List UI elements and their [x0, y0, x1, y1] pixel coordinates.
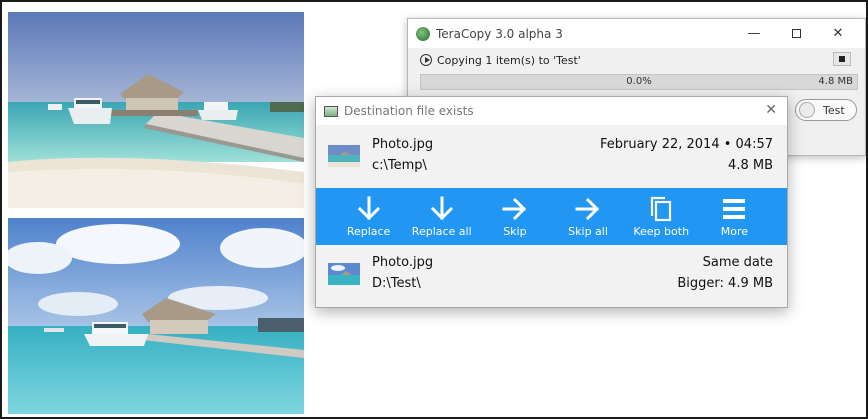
copy-icon	[651, 196, 672, 222]
destination-file-date: Same date	[702, 255, 773, 270]
skip-all-label: Skip all	[568, 225, 608, 238]
play-circle-icon[interactable]	[420, 54, 432, 66]
close-icon: ✕	[832, 26, 844, 41]
teracopy-titlebar[interactable]: TeraCopy 3.0 alpha 3 — ✕	[408, 19, 865, 48]
test-toggle[interactable]: Test	[795, 99, 857, 121]
close-button[interactable]: ✕	[817, 19, 859, 48]
stop-icon	[839, 56, 845, 62]
destination-thumbnail	[328, 263, 360, 285]
minimize-icon: —	[747, 26, 761, 41]
more-label: More	[720, 225, 748, 238]
dialog-titlebar[interactable]: Destination file exists ✕	[316, 97, 787, 125]
skip-button[interactable]: Skip	[480, 195, 550, 238]
replace-label: Replace	[346, 225, 391, 238]
arrow-right-icon	[575, 197, 600, 221]
destination-file-exists-dialog: Destination file exists ✕ Photo.jpg c:\T…	[315, 96, 788, 308]
source-file-date: February 22, 2014 • 04:57	[599, 137, 773, 152]
beach-photo-top	[8, 12, 304, 208]
menu-icon	[723, 199, 746, 219]
replace-all-button[interactable]: Replace all	[407, 195, 477, 238]
source-file-size: 4.8 MB	[728, 158, 773, 173]
replace-button[interactable]: Replace	[334, 195, 404, 238]
teracopy-logo-icon	[416, 26, 430, 41]
destination-file-row: Photo.jpg D:\Test\ Same date Bigger: 4.9…	[316, 245, 787, 301]
image-file-icon	[324, 105, 338, 117]
progress-bar: 0.0% 4.8 MB	[420, 74, 858, 90]
source-file-path: c:\Temp\	[372, 158, 427, 173]
arrow-right-icon	[502, 197, 527, 221]
action-bar: Replace Replace all Skip Skip all Keep b…	[316, 188, 787, 245]
replace-all-label: Replace all	[411, 225, 472, 238]
minimize-button[interactable]: —	[733, 19, 775, 48]
arrow-down-icon	[430, 196, 453, 221]
arrow-down-icon	[357, 196, 380, 221]
source-file-name: Photo.jpg	[372, 137, 434, 152]
toggle-knob	[799, 102, 815, 118]
progress-size: 4.8 MB	[818, 76, 853, 87]
toggle-label: Test	[823, 103, 845, 117]
stop-button[interactable]	[833, 52, 851, 66]
keep-both-button[interactable]: Keep both	[626, 195, 696, 238]
copy-status: Copying 1 item(s) to 'Test'	[408, 48, 865, 72]
dialog-title: Destination file exists	[344, 104, 474, 118]
skip-label: Skip	[503, 225, 527, 238]
source-thumbnail	[328, 145, 360, 167]
progress-percent: 0.0%	[626, 76, 652, 87]
keep-both-label: Keep both	[633, 225, 690, 238]
maximize-icon	[791, 29, 801, 38]
screenshot-frame: TeraCopy 3.0 alpha 3 — ✕ Copying 1 item(…	[0, 0, 868, 419]
beach-photo-bottom	[8, 218, 304, 414]
more-button[interactable]: More	[699, 195, 769, 238]
destination-file-path: D:\Test\	[372, 276, 421, 291]
maximize-button[interactable]	[775, 19, 817, 48]
destination-file-name: Photo.jpg	[372, 255, 434, 270]
destination-file-size: Bigger: 4.9 MB	[677, 276, 773, 291]
status-text: Copying 1 item(s) to 'Test'	[437, 53, 581, 67]
dialog-close-icon[interactable]: ✕	[765, 102, 777, 118]
source-file-row: Photo.jpg c:\Temp\ February 22, 2014 • 0…	[316, 127, 787, 183]
skip-all-button[interactable]: Skip all	[553, 195, 623, 238]
window-title: TeraCopy 3.0 alpha 3	[436, 26, 563, 41]
